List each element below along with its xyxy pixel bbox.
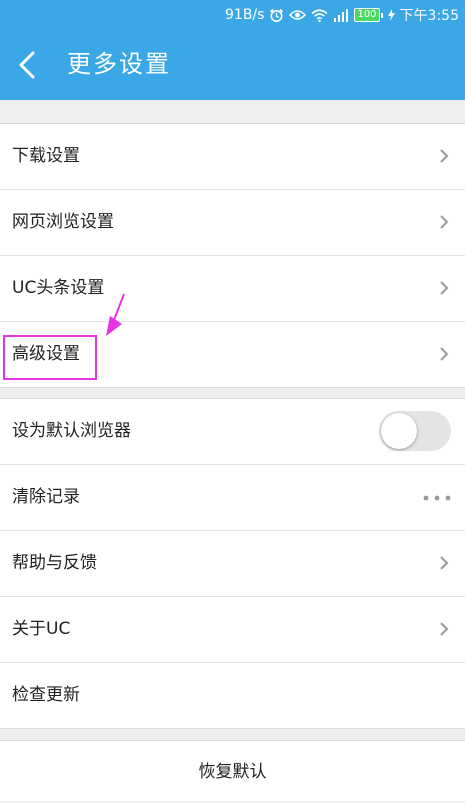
toggle-knob [381,413,417,449]
charging-icon [387,9,395,21]
chevron-left-icon [19,51,35,79]
battery-level: 100 [354,8,380,22]
signal-icon [334,9,349,22]
restore-defaults-button[interactable]: 恢复默认 [0,740,465,801]
uc-headlines-settings-row[interactable]: UC头条设置 [0,256,465,322]
more-dots-icon [423,495,451,501]
network-speed: 91B/s [225,7,265,23]
row-label: 清除记录 [12,487,80,507]
highlight-box [3,335,97,380]
web-browsing-settings-row[interactable]: 网页浏览设置 [0,190,465,256]
chevron-right-icon [440,215,449,229]
back-button[interactable] [14,46,46,84]
row-label: 设为默认浏览器 [12,421,131,441]
chevron-right-icon [440,149,449,163]
chevron-right-icon [440,347,449,361]
clear-history-row[interactable]: 清除记录 [0,465,465,531]
wifi-icon [311,8,328,22]
row-label: UC头条设置 [12,278,105,298]
download-settings-row[interactable]: 下载设置 [0,124,465,190]
row-label: 关于UC [12,619,71,639]
clock: 下午3:55 [399,8,459,24]
chevron-right-icon [440,622,449,636]
chevron-right-icon [440,281,449,295]
set-default-browser-row: 设为默认浏览器 [0,399,465,465]
row-label: 网页浏览设置 [12,212,114,232]
chevron-right-icon [440,556,449,570]
app-bar: 更多设置 [0,30,465,100]
about-uc-row[interactable]: 关于UC [0,597,465,663]
annotation-arrow-icon [106,293,125,336]
battery-icon: 100 [354,8,383,22]
restore-defaults-label: 恢复默认 [198,762,267,782]
status-indicators: 91B/s 100 下午3:55 [225,0,459,30]
row-label: 帮助与反馈 [12,553,97,573]
page-title: 更多设置 [67,50,171,78]
alarm-icon [270,8,284,22]
settings-group-2: 设为默认浏览器 清除记录 帮助与反馈 关于UC 检查更新 [0,398,465,729]
check-update-row[interactable]: 检查更新 [0,663,465,728]
row-label: 检查更新 [12,685,80,705]
row-label: 下载设置 [12,146,80,166]
status-bar: 91B/s 100 下午3:55 [0,0,465,30]
help-feedback-row[interactable]: 帮助与反馈 [0,531,465,597]
eye-icon [289,10,307,20]
default-browser-toggle[interactable] [379,411,451,451]
